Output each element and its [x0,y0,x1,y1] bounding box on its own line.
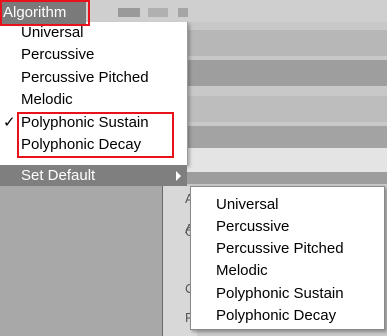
blurred-region [178,8,188,17]
blurred-row [186,172,387,184]
blurred-row [186,60,387,86]
menu-item-percussive-pitched[interactable]: Percussive Pitched [0,67,186,89]
submenu-item-percussive-pitched[interactable]: Percussive Pitched [191,238,384,260]
blurred-row [186,30,387,56]
submenu-item-label: Percussive Pitched [216,240,344,257]
menu-item-label: Melodic [21,91,73,108]
set-default-label: Set Default [21,167,96,184]
blurred-row [186,148,387,174]
blurred-region [118,8,140,17]
submenu-item-label: Universal [216,196,279,213]
submenu-item-label: Percussive [216,218,290,235]
submenu-item-polyphonic-sustain[interactable]: Polyphonic Sustain [191,283,384,305]
title-highlight-box [0,0,90,26]
menu-item-set-default[interactable]: Set Default [0,165,187,186]
submenu-item-melodic[interactable]: Melodic [191,260,384,282]
set-default-submenu: Universal Percussive Percussive Pitched … [190,186,385,330]
menu-item-label: Percussive [21,46,95,63]
submenu-item-percussive[interactable]: Percussive [191,216,384,238]
chevron-right-icon [176,171,181,181]
submenu-item-universal[interactable]: Universal [191,194,384,216]
submenu-item-label: Melodic [216,262,268,279]
menu-item-percussive[interactable]: Percussive [0,44,186,66]
blurred-row [186,96,387,122]
menu-item-melodic[interactable]: Melodic [0,89,186,111]
submenu-item-polyphonic-decay[interactable]: Polyphonic Decay [191,305,384,327]
blurred-region [148,8,168,17]
submenu-item-label: Polyphonic Sustain [216,285,344,302]
background-left-panel [0,186,162,336]
menu-item-label: Percussive Pitched [21,69,149,86]
polyphonic-highlight-box [17,112,174,158]
check-icon: ✓ [3,114,16,131]
submenu-item-label: Polyphonic Decay [216,307,337,324]
